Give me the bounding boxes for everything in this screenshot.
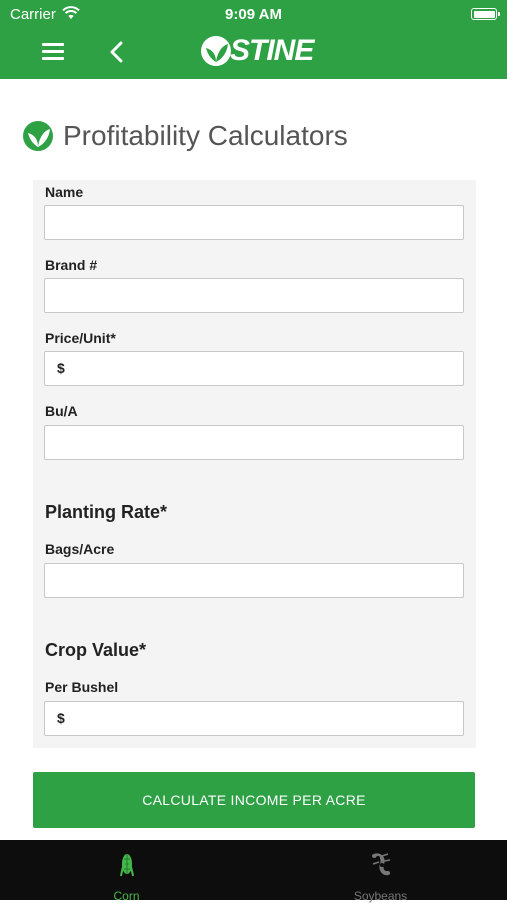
- logo-text: STINE: [230, 34, 314, 67]
- planting-rate-heading: Planting Rate*: [45, 502, 168, 522]
- tab-soybeans[interactable]: Soybeans: [254, 840, 507, 903]
- crop-value-heading: Crop Value*: [45, 640, 147, 660]
- calculator-form: Name Brand # Price/Unit* $ Bu/A Planting…: [33, 180, 476, 748]
- bua-field[interactable]: [44, 425, 464, 460]
- page-title: Profitability Calculators: [63, 120, 348, 151]
- brand-label: Brand #: [45, 257, 98, 273]
- hamburger-icon[interactable]: [42, 43, 64, 61]
- bua-label: Bu/A: [45, 403, 78, 419]
- name-field[interactable]: [44, 205, 464, 240]
- corn-icon: [119, 854, 134, 877]
- price-field[interactable]: [44, 351, 464, 386]
- price-label: Price/Unit*: [45, 330, 116, 346]
- brand-field[interactable]: [44, 278, 464, 313]
- bushel-currency-prefix: $: [57, 710, 65, 726]
- bushel-label: Per Bushel: [45, 679, 119, 695]
- soybean-icon: [371, 853, 390, 876]
- tab-soybeans-label: Soybeans: [353, 889, 408, 903]
- tab-corn-label: Corn: [113, 889, 140, 903]
- bags-label: Bags/Acre: [45, 541, 115, 557]
- tab-corn[interactable]: Corn: [0, 840, 253, 903]
- price-field-wrap: $: [44, 351, 464, 386]
- leaf-logo-icon: [201, 36, 231, 66]
- price-currency-prefix: $: [57, 360, 65, 376]
- per-bushel-field[interactable]: [44, 701, 464, 736]
- calculate-button[interactable]: CALCULATE INCOME PER ACRE: [33, 772, 475, 828]
- chevron-left-icon[interactable]: [106, 40, 128, 64]
- status-time: 9:09 AM: [225, 6, 282, 23]
- stine-logo: STINE: [200, 34, 314, 67]
- status-bar: Carrier 9:09 AM: [0, 0, 507, 30]
- page-title-row: Profitability Calculators: [22, 118, 348, 154]
- app-header: Carrier 9:09 AM STINE: [0, 0, 507, 79]
- leaf-logo-icon: [23, 121, 53, 151]
- battery-icon: [471, 8, 500, 20]
- bags-acre-field[interactable]: [44, 563, 464, 598]
- tab-bar: Corn Soybeans: [0, 840, 507, 903]
- name-label: Name: [45, 184, 84, 200]
- bushel-field-wrap: $: [44, 701, 464, 736]
